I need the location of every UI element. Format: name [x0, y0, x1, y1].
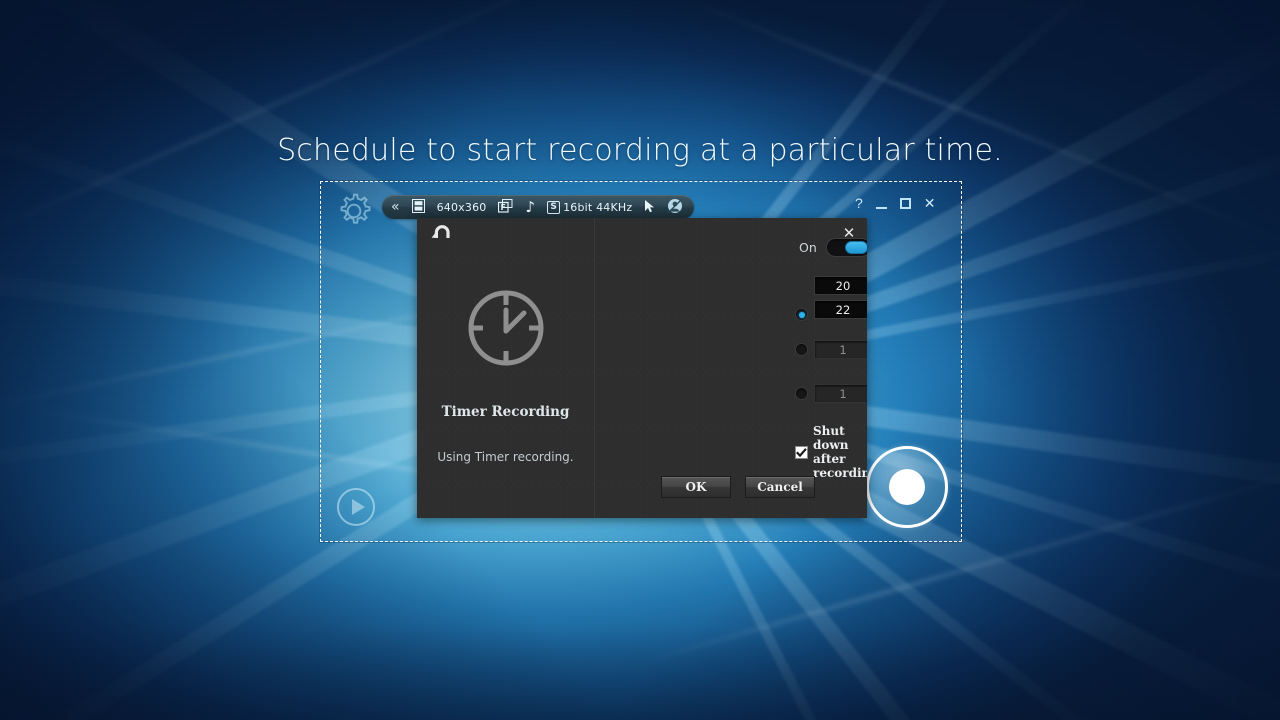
panel-description: Using Timer recording.	[437, 450, 574, 464]
chevron-left-double-icon: «	[391, 199, 400, 215]
dialog-button-row: OK Cancel	[595, 476, 867, 498]
checkmark-icon	[796, 447, 807, 457]
minutes-to-start-value: 1	[839, 342, 847, 357]
toolbar-region-button[interactable]: F	[493, 196, 518, 218]
toolbar-audio-quality[interactable]: S 16bit 44KHz	[542, 196, 637, 218]
stereo-badge-icon: S	[547, 200, 561, 214]
radio-minutes-to-start[interactable]	[795, 343, 808, 356]
cancel-button[interactable]: Cancel	[745, 476, 815, 498]
toolbar-audio-quality-value: 16bit 44KHz	[563, 200, 633, 214]
start-hour-value: 20	[835, 278, 851, 293]
play-icon[interactable]	[336, 487, 376, 527]
radio-minutes-to-end[interactable]	[795, 387, 808, 400]
close-icon[interactable]: ✕	[924, 196, 936, 210]
minimize-icon[interactable]	[875, 207, 887, 209]
end-hour-stepper[interactable]: 22	[814, 300, 867, 319]
radio-time-range[interactable]	[795, 308, 808, 321]
toolbar-collapse-button[interactable]: «	[386, 196, 405, 218]
power-toggle[interactable]	[825, 238, 867, 257]
toolbar-video-button[interactable]	[407, 196, 430, 218]
minutes-to-end-value: 1	[839, 386, 847, 401]
start-hour-stepper[interactable]: 20	[814, 276, 867, 295]
ok-button[interactable]: OK	[661, 476, 731, 498]
svg-text:F: F	[501, 203, 506, 212]
maximize-icon[interactable]	[899, 197, 911, 209]
power-toggle-row: On	[799, 238, 867, 257]
power-toggle-label: On	[799, 240, 817, 255]
recorder-toolbar: « 640x360 F ♪ S 16bit 44KHz	[382, 195, 695, 219]
record-button[interactable]	[866, 446, 948, 528]
toolbar-cursor-button[interactable]	[639, 196, 660, 218]
help-button[interactable]: ?	[855, 196, 863, 210]
film-strip-icon	[411, 198, 425, 216]
shutdown-after-recording-row[interactable]: Shut down after recording	[795, 424, 867, 480]
gear-icon[interactable]	[331, 188, 377, 234]
panel-title: Timer Recording	[441, 404, 570, 420]
cursor-arrow-icon	[644, 199, 655, 216]
back-arrow-icon[interactable]	[429, 223, 455, 245]
shutdown-checkbox[interactable]	[795, 445, 808, 459]
dialog-right-panel: ✕ On 20 : 35 22 : 40	[595, 218, 867, 518]
page-title: Schedule to start recording at a particu…	[277, 133, 1003, 168]
minutes-to-end-stepper[interactable]: 1	[814, 384, 867, 403]
music-note-icon: ♪	[525, 197, 536, 216]
webcam-off-icon	[667, 198, 683, 217]
frame-window-icon: F	[498, 198, 513, 216]
power-toggle-knob	[844, 241, 867, 254]
end-hour-value: 22	[835, 302, 851, 317]
shutdown-checkbox-label: Shut down after recording	[813, 424, 867, 480]
dialog-left-panel: Timer Recording Using Timer recording.	[417, 218, 595, 518]
record-button-dot	[889, 469, 925, 505]
radio-selected-dot	[798, 311, 805, 318]
window-controls: ? ✕	[855, 196, 936, 210]
timer-recording-dialog: Timer Recording Using Timer recording. ✕…	[417, 218, 867, 518]
toolbar-resolution-value[interactable]: 640x360	[432, 196, 492, 218]
toolbar-audio-button[interactable]: ♪	[520, 196, 540, 218]
minutes-to-start-stepper[interactable]: 1	[814, 340, 867, 359]
toolbar-webcam-button[interactable]	[662, 196, 688, 218]
clock-icon	[464, 286, 548, 370]
